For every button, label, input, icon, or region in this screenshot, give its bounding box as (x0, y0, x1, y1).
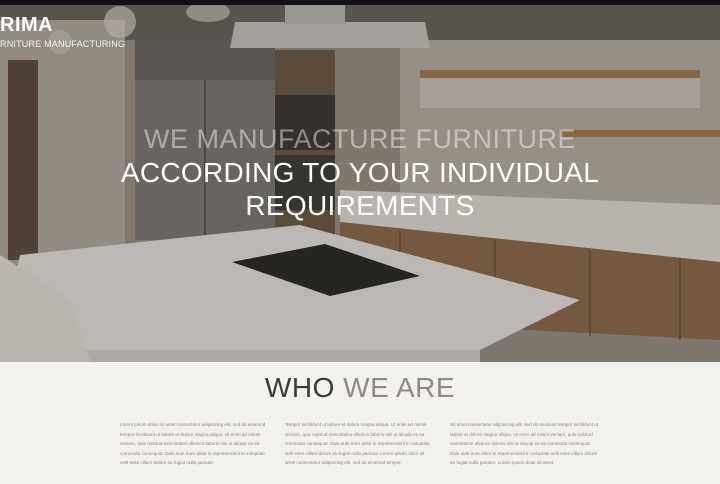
hero-section: RIMA RNITURE MANUFACTURING WE MANUFACTUR… (0, 0, 720, 362)
hero-headline-line3: REQUIREMENTS (245, 190, 475, 221)
logo-title: RIMA (0, 14, 54, 36)
text-column: Sit amet consectetur adipisicing elit, s… (450, 422, 599, 466)
text-column: Tempor incididunt ut labore et dolore ma… (285, 422, 430, 466)
hero-headline: WE MANUFACTURE FURNITURE ACCORDING TO YO… (0, 122, 720, 222)
section-title-strong: WHO (264, 372, 335, 403)
text-column: Lorem ipsum dolor sit amet consectetur a… (120, 422, 266, 466)
hero-headline-line2: ACCORDING TO YOUR INDIVIDUAL (120, 157, 600, 188)
section-title: WHO WE ARE (0, 372, 720, 404)
hero-headline-line1: WE MANUFACTURE FURNITURE (144, 124, 576, 154)
who-we-are-section: WHO WE ARE Lorem ipsum dolor sit amet co… (0, 362, 720, 484)
site-logo[interactable]: RIMA RNITURE MANUFACTURING (0, 15, 125, 50)
section-title-light: WE ARE (343, 372, 456, 403)
logo-tagline: RNITURE MANUFACTURING (0, 39, 126, 49)
top-bar (0, 0, 720, 5)
text-columns: Lorem ipsum dolor sit amet consectetur a… (120, 420, 600, 484)
